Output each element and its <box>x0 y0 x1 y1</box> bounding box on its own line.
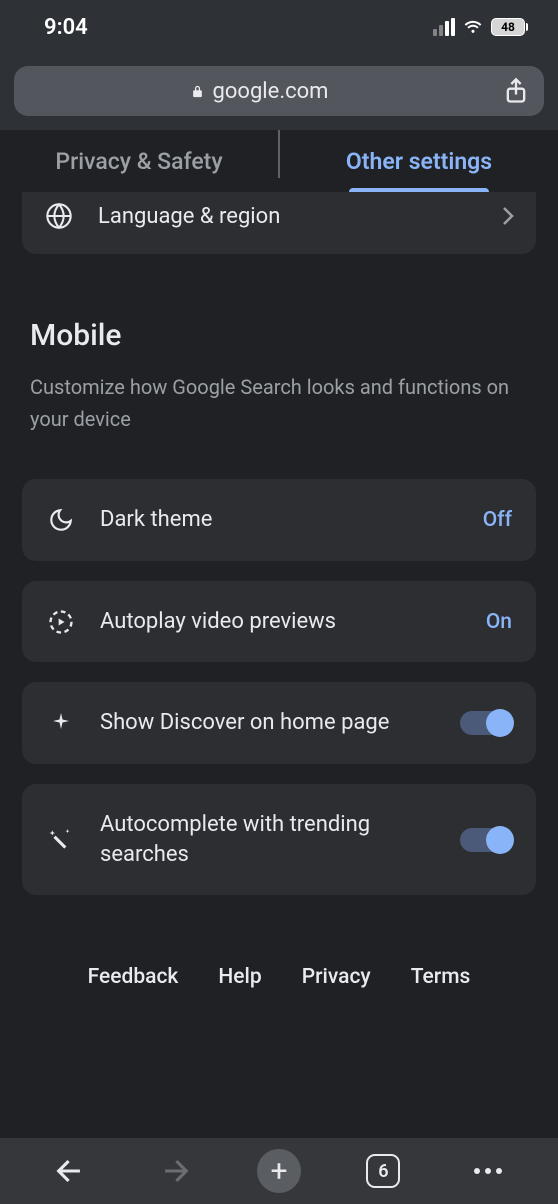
autocomplete-label: Autocomplete with trending searches <box>100 810 436 869</box>
nav-back-button[interactable] <box>45 1146 95 1196</box>
setting-dark-theme[interactable]: Dark theme Off <box>22 479 536 561</box>
tab-privacy-safety[interactable]: Privacy & Safety <box>0 130 278 192</box>
cellular-signal-icon <box>433 18 455 36</box>
section-desc-mobile: Customize how Google Search looks and fu… <box>30 371 528 435</box>
setting-autocomplete[interactable]: Autocomplete with trending searches <box>22 784 536 895</box>
footer-help[interactable]: Help <box>218 965 261 989</box>
footer-terms[interactable]: Terms <box>411 965 471 989</box>
arrow-right-icon <box>158 1154 192 1188</box>
autoplay-icon <box>46 608 76 636</box>
settings-tabs: Privacy & Safety Other settings <box>0 130 558 192</box>
dark-theme-value: Off <box>483 508 512 532</box>
status-bar: 9:04 48 <box>0 0 558 54</box>
content-area: Language & region Mobile Customize how G… <box>0 192 558 989</box>
status-time: 9:04 <box>44 15 88 40</box>
nav-new-tab-button[interactable]: + <box>254 1146 304 1196</box>
tab-other-settings[interactable]: Other settings <box>280 130 558 192</box>
wifi-icon <box>462 16 484 38</box>
status-indicators: 48 <box>433 16 528 38</box>
more-dots-icon <box>474 1168 502 1174</box>
dark-theme-label: Dark theme <box>100 505 459 535</box>
language-region-row[interactable]: Language & region <box>22 192 536 254</box>
plus-icon: + <box>257 1149 301 1193</box>
sparkle-icon <box>46 711 76 735</box>
footer-feedback[interactable]: Feedback <box>88 965 179 989</box>
section-title-mobile: Mobile <box>30 318 536 353</box>
autocomplete-toggle[interactable] <box>460 828 512 852</box>
nav-forward-button[interactable] <box>150 1146 200 1196</box>
tab-count-badge: 6 <box>366 1154 400 1188</box>
autoplay-label: Autoplay video previews <box>100 607 462 637</box>
battery-icon: 48 <box>491 18 528 36</box>
nav-menu-button[interactable] <box>463 1146 513 1196</box>
discover-label: Show Discover on home page <box>100 708 436 738</box>
globe-icon <box>44 202 74 230</box>
footer-privacy[interactable]: Privacy <box>302 965 371 989</box>
language-region-label: Language & region <box>98 204 478 229</box>
lock-icon <box>190 84 205 99</box>
discover-toggle[interactable] <box>460 711 512 735</box>
arrow-left-icon <box>53 1154 87 1188</box>
share-icon[interactable] <box>502 77 530 105</box>
setting-autoplay[interactable]: Autoplay video previews On <box>22 581 536 663</box>
setting-discover[interactable]: Show Discover on home page <box>22 682 536 764</box>
autoplay-value: On <box>486 610 512 634</box>
browser-bottom-nav: + 6 <box>0 1138 558 1204</box>
address-domain: google.com <box>213 79 329 104</box>
address-bar[interactable]: google.com <box>14 66 544 116</box>
address-domain-wrap: google.com <box>28 79 490 104</box>
chevron-right-icon <box>502 206 514 226</box>
nav-tabs-button[interactable]: 6 <box>358 1146 408 1196</box>
footer-links: Feedback Help Privacy Terms <box>22 965 536 989</box>
browser-address-wrap: google.com <box>0 54 558 130</box>
battery-percent: 48 <box>501 20 515 34</box>
moon-icon <box>46 507 76 533</box>
magic-wand-icon <box>46 827 76 853</box>
